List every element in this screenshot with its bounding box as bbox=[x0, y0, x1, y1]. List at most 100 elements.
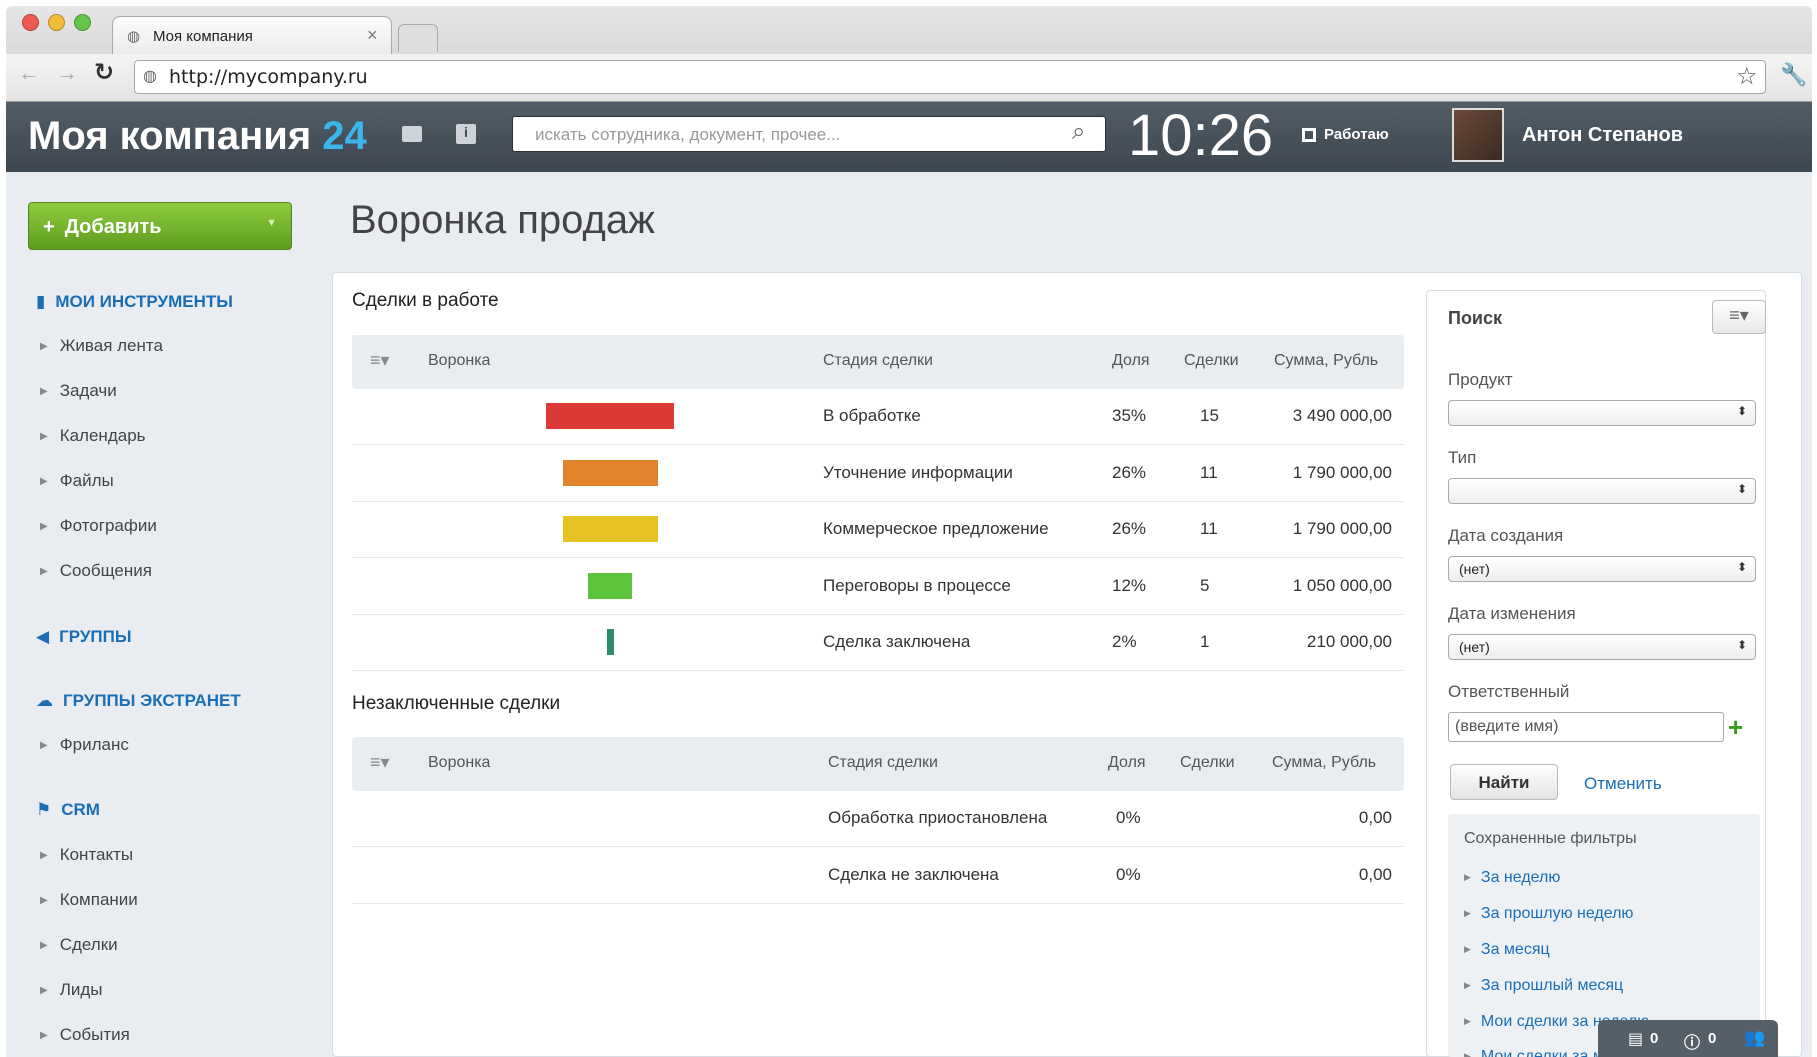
wrench-icon[interactable]: 🔧 bbox=[1780, 62, 1807, 88]
minimize-window-icon[interactable] bbox=[48, 14, 65, 31]
messages-icon[interactable] bbox=[402, 126, 422, 142]
sidebar-section-extranet[interactable]: ☁ ГРУППЫ ЭКСТРАНЕТ bbox=[36, 691, 241, 711]
sidebar-item-events[interactable]: ▶ События bbox=[40, 1025, 130, 1045]
globe-icon: ◍ bbox=[127, 28, 141, 45]
add-button[interactable]: + Добавить ▼ bbox=[28, 202, 292, 250]
col-funnel[interactable]: Воронка bbox=[428, 352, 490, 370]
sidebar-item-companies[interactable]: ▶ Компании bbox=[40, 890, 138, 910]
bookmark-icon: ▮ bbox=[36, 292, 46, 311]
table-row[interactable]: В обработке 35% 15 3 490 000,00 bbox=[352, 389, 1404, 445]
sidebar-section-crm[interactable]: ⚑ CRM bbox=[36, 800, 100, 820]
column-menu-icon[interactable]: ≡▾ bbox=[370, 350, 390, 371]
col-stage[interactable]: Стадия сделки bbox=[828, 754, 938, 772]
closed-deals-title: Незаключенные сделки bbox=[352, 693, 561, 714]
notifications-icon[interactable]: ⓘ bbox=[1684, 1029, 1700, 1053]
saved-filters-title: Сохраненные фильтры bbox=[1464, 830, 1637, 847]
users-icon[interactable]: 👥 bbox=[1744, 1028, 1765, 1048]
new-tab-button[interactable] bbox=[398, 24, 438, 52]
responsible-input[interactable]: (введите имя) bbox=[1448, 712, 1724, 742]
bottom-status-bar: ▤ 0 ⓘ 0 👥 bbox=[1598, 1020, 1778, 1057]
funnel-bar bbox=[546, 403, 674, 429]
sidebar-item-deals[interactable]: ▶ Сделки bbox=[40, 935, 118, 955]
table-row[interactable]: Сделка заключена 2% 1 210 000,00 bbox=[352, 615, 1404, 671]
select-arrows-icon: ⬍ bbox=[1736, 404, 1747, 418]
find-button[interactable]: Найти bbox=[1450, 764, 1558, 800]
product-select[interactable]: ⬍ bbox=[1448, 400, 1756, 426]
sidebar-item-feed[interactable]: ▶ Живая лента bbox=[40, 336, 163, 356]
col-deals[interactable]: Сделки bbox=[1184, 352, 1239, 370]
table-row[interactable]: Уточнение информации 26% 11 1 790 000,00 bbox=[352, 446, 1404, 502]
cell-deals: 5 bbox=[1200, 575, 1210, 595]
created-date-select[interactable]: (нет) ⬍ bbox=[1448, 556, 1756, 582]
table-row[interactable]: Переговоры в процессе 12% 5 1 050 000,00 bbox=[352, 559, 1404, 615]
funnel-bar bbox=[562, 459, 658, 486]
saved-filter-item[interactable]: ▶ За прошлую неделю bbox=[1464, 905, 1633, 923]
address-bar[interactable]: ◍ http://mycompany.ru bbox=[134, 60, 1766, 94]
messages-count: 0 bbox=[1650, 1030, 1659, 1047]
table-row[interactable]: Обработка приостановлена 0% 0,00 bbox=[352, 791, 1404, 847]
col-deals[interactable]: Сделки bbox=[1180, 754, 1235, 772]
portal-logo[interactable]: Моя компания 24 bbox=[28, 106, 367, 166]
zoom-window-icon[interactable] bbox=[74, 14, 91, 31]
sidebar-section-groups[interactable]: ◀ ГРУППЫ bbox=[36, 627, 132, 647]
chevron-down-icon: ▼ bbox=[266, 217, 277, 229]
work-status-label[interactable]: Работаю bbox=[1324, 126, 1389, 143]
sidebar-item-messages[interactable]: ▶ Сообщения bbox=[40, 561, 152, 581]
close-window-icon[interactable] bbox=[22, 14, 39, 31]
cell-stage: Обработка приостановлена bbox=[828, 808, 1048, 827]
add-responsible-icon[interactable]: + bbox=[1728, 712, 1743, 743]
back-icon[interactable]: ← bbox=[18, 60, 40, 86]
page-title: Воронка продаж bbox=[350, 198, 655, 242]
sidebar-item-contacts[interactable]: ▶ Контакты bbox=[40, 845, 133, 865]
funnel-bar bbox=[588, 572, 632, 599]
avatar[interactable] bbox=[1452, 108, 1504, 162]
notifications-icon[interactable]: i bbox=[456, 124, 476, 144]
work-status-icon[interactable] bbox=[1302, 128, 1316, 142]
add-button-label: Добавить bbox=[64, 216, 162, 238]
closed-table-header: ≡▾ Воронка Стадия сделки Доля Сделки Сум… bbox=[352, 737, 1404, 791]
select-arrows-icon: ⬍ bbox=[1736, 482, 1747, 496]
cell-stage: Переговоры в процессе bbox=[823, 575, 1011, 595]
col-sum[interactable]: Сумма, Рубль bbox=[1272, 754, 1376, 772]
globe-icon: ◍ bbox=[143, 66, 157, 85]
user-name[interactable]: Антон Степанов bbox=[1522, 124, 1683, 147]
col-share[interactable]: Доля bbox=[1112, 352, 1150, 370]
cell-stage: Сделка не заключена bbox=[828, 864, 999, 884]
sidebar-section-tools[interactable]: ▮ МОИ ИНСТРУМЕНТЫ bbox=[36, 292, 233, 312]
filter-menu-button[interactable]: ≡▾ bbox=[1712, 300, 1766, 334]
reload-icon[interactable]: ↻ bbox=[94, 58, 114, 87]
type-select[interactable]: ⬍ bbox=[1448, 478, 1756, 504]
search-icon[interactable]: ⌕ bbox=[1072, 118, 1085, 146]
column-menu-icon[interactable]: ≡▾ bbox=[370, 752, 390, 773]
sidebar-item-photos[interactable]: ▶ Фотографии bbox=[40, 516, 157, 536]
forward-icon[interactable]: → bbox=[56, 60, 78, 86]
saved-filter-item[interactable]: ▶ За прошлый месяц bbox=[1464, 977, 1623, 995]
col-funnel[interactable]: Воронка bbox=[428, 754, 490, 772]
sidebar-item-leads[interactable]: ▶ Лиды bbox=[40, 980, 103, 1000]
col-sum[interactable]: Сумма, Рубль bbox=[1274, 352, 1378, 370]
modified-date-select[interactable]: (нет) ⬍ bbox=[1448, 634, 1756, 660]
sidebar-item-calendar[interactable]: ▶ Календарь bbox=[40, 426, 146, 446]
tab-close-icon[interactable]: × bbox=[367, 25, 378, 46]
cloud-icon: ☁ bbox=[36, 691, 53, 710]
search-input[interactable]: искать сотрудника, документ, прочее... bbox=[512, 116, 1106, 152]
col-stage[interactable]: Стадия сделки bbox=[823, 352, 933, 370]
cancel-link[interactable]: Отменить bbox=[1584, 774, 1662, 794]
sidebar-item-files[interactable]: ▶ Файлы bbox=[40, 471, 114, 491]
cell-share: 12% bbox=[1112, 575, 1147, 595]
select-arrows-icon: ⬍ bbox=[1736, 638, 1747, 652]
table-row[interactable]: Сделка не заключена 0% 0,00 bbox=[352, 848, 1404, 904]
browser-tab[interactable]: ◍ Моя компания × bbox=[112, 16, 392, 54]
sidebar-item-freelance[interactable]: ▶ Фриланс bbox=[40, 735, 129, 755]
sidebar-item-tasks[interactable]: ▶ Задачи bbox=[40, 381, 117, 401]
cell-sum: 210 000,00 bbox=[1306, 632, 1392, 651]
bookmark-star-icon[interactable]: ☆ bbox=[1736, 62, 1758, 91]
cell-stage: Сделка заключена bbox=[823, 632, 971, 651]
funnel-bar bbox=[606, 629, 614, 655]
saved-filter-item[interactable]: ▶ За месяц bbox=[1464, 941, 1550, 959]
col-share[interactable]: Доля bbox=[1108, 754, 1146, 772]
saved-filter-item[interactable]: ▶ За неделю bbox=[1464, 869, 1560, 887]
notifications-count: 0 bbox=[1708, 1030, 1717, 1047]
messages-icon[interactable]: ▤ bbox=[1628, 1029, 1643, 1049]
table-row[interactable]: Коммерческое предложение 26% 11 1 790 000,0… bbox=[352, 502, 1404, 558]
